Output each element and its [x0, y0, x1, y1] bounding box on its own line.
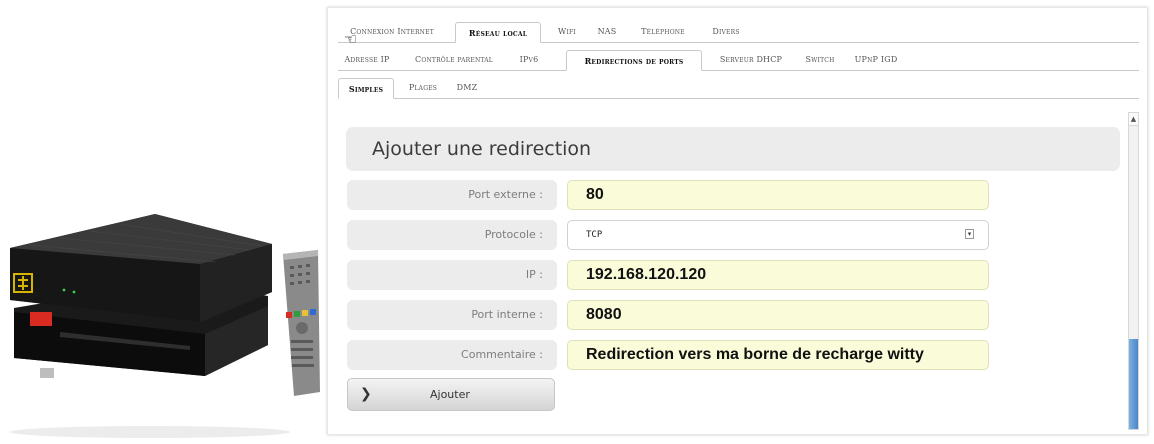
tab-serveur-dhcp[interactable]: Serveur DHCP — [712, 50, 790, 70]
tab-switch[interactable]: Switch — [798, 50, 842, 70]
tab-redirections-de-ports[interactable]: Redirections de ports — [566, 50, 702, 71]
commentaire-input[interactable]: Redirection vers ma borne de recharge wi… — [567, 340, 989, 370]
port-interne-input[interactable]: 8080 — [567, 300, 989, 330]
freebox-product-image — [0, 200, 330, 440]
main-tab-bar: Connexion Internet Réseau local Wifi NAS… — [338, 22, 1139, 43]
scroll-up-arrow-icon[interactable]: ▲ — [1129, 113, 1138, 126]
tab-adresse-ip[interactable]: Adresse IP — [338, 50, 396, 70]
tab-ipv6[interactable]: IPv6 — [512, 50, 546, 70]
sub-tab-bar: Adresse IP Contrôle parental IPv6 Redire… — [338, 50, 1139, 71]
chevron-right-icon: ❯ — [360, 386, 372, 402]
router-and-remote-illustration — [10, 214, 320, 438]
port-externe-input[interactable]: 80 — [567, 180, 989, 210]
tab-wifi[interactable]: Wifi — [552, 22, 582, 42]
tab-divers[interactable]: Divers — [704, 22, 748, 42]
tab-plages[interactable]: Plages — [402, 78, 444, 98]
vertical-scrollbar[interactable]: ▲ — [1128, 112, 1139, 430]
tab-simples[interactable]: Simples — [338, 78, 394, 99]
tab-telephone[interactable]: Téléphone — [632, 22, 694, 42]
ip-input[interactable]: 192.168.120.120 — [567, 260, 989, 290]
protocole-label: Protocole : — [347, 220, 557, 250]
tab-upnp-igd[interactable]: UPnP IGD — [850, 50, 902, 70]
tab-nas[interactable]: NAS — [593, 22, 621, 42]
tab-controle-parental[interactable]: Contrôle parental — [404, 50, 504, 70]
protocole-select[interactable]: TCP ▾ — [567, 220, 989, 250]
commentaire-label: Commentaire : — [347, 340, 557, 370]
form-title: Ajouter une redirection — [346, 127, 1120, 171]
scrollbar-thumb[interactable] — [1129, 339, 1138, 429]
freebox-settings-panel: Connexion Internet Réseau local Wifi NAS… — [327, 7, 1148, 435]
tab-dmz[interactable]: DMZ — [450, 78, 484, 98]
dropdown-arrow-icon[interactable]: ▾ — [965, 229, 974, 239]
ip-label: IP : — [347, 260, 557, 290]
tab-reseau-local[interactable]: Réseau local — [455, 22, 541, 43]
pointer-cursor-icon: ☜ — [344, 30, 358, 48]
port-interne-label: Port interne : — [347, 300, 557, 330]
port-externe-label: Port externe : — [347, 180, 557, 210]
redirection-type-tab-bar: Simples Plages DMZ — [338, 78, 1139, 99]
protocole-selected-value: TCP — [586, 230, 603, 240]
ajouter-button-label: Ajouter — [430, 388, 470, 401]
ajouter-button[interactable]: ❯ Ajouter — [347, 378, 555, 411]
